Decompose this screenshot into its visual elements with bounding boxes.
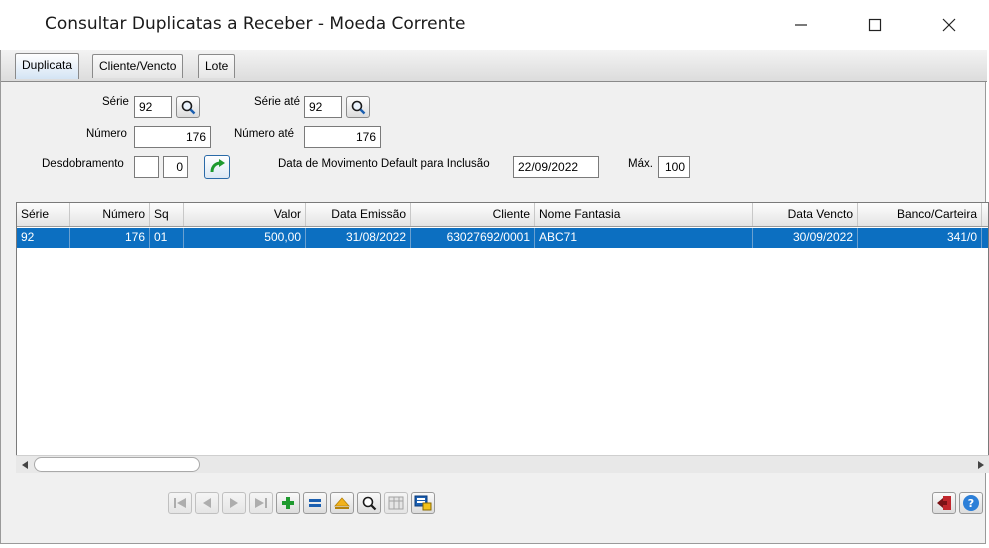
- cell-banco-carteira: 341/0: [858, 228, 982, 248]
- numero-input[interactable]: 176: [134, 126, 211, 148]
- close-icon: [942, 18, 956, 32]
- search-icon: [181, 100, 196, 115]
- help-icon: ?: [963, 495, 979, 511]
- tab-cliente-vencto[interactable]: Cliente/Vencto: [92, 54, 184, 78]
- desdobramento-input-2[interactable]: 0: [163, 156, 188, 178]
- scroll-thumb[interactable]: [34, 457, 200, 472]
- column-header-cliente[interactable]: Cliente: [411, 203, 535, 226]
- scroll-right-icon: [977, 460, 984, 469]
- column-header-data-vencto[interactable]: Data Vencto: [753, 203, 858, 226]
- serie-ate-input[interactable]: 92: [304, 96, 342, 118]
- cell-serie: 92: [17, 228, 70, 248]
- horizontal-scrollbar[interactable]: [16, 455, 989, 473]
- tab-lote[interactable]: Lote: [198, 54, 236, 78]
- desdobramento-input-1[interactable]: [134, 156, 159, 178]
- column-header-serie[interactable]: Série: [17, 203, 70, 226]
- maximize-button[interactable]: [852, 8, 898, 42]
- tab-strip: Duplicata Cliente/Vencto Lote: [1, 50, 987, 82]
- maximize-icon: [868, 18, 882, 32]
- data-movimento-label: Data de Movimento Default para Inclusão: [278, 158, 490, 170]
- column-header-numero[interactable]: Número: [70, 203, 150, 226]
- grid-header: Série Número Sq Valor Data Emissão Clien…: [17, 203, 988, 227]
- window-body: Duplicata Cliente/Vencto Lote Série 92 S…: [0, 50, 989, 544]
- numero-ate-label: Número até: [234, 128, 295, 140]
- first-record-icon: [174, 498, 186, 508]
- delete-button[interactable]: [330, 492, 354, 514]
- desdobramento-label: Desdobramento: [42, 158, 124, 170]
- exit-icon: [937, 496, 951, 510]
- column-header-valor[interactable]: Valor: [184, 203, 306, 226]
- serie-ate-search-button[interactable]: [346, 96, 370, 118]
- filter-panel: Série 92 Série até 92 Número 176 Número …: [4, 86, 983, 198]
- serie-search-button[interactable]: [176, 96, 200, 118]
- search-button[interactable]: [357, 492, 381, 514]
- previous-record-button[interactable]: [195, 492, 219, 514]
- title-bar: Consultar Duplicatas a Receber - Moeda C…: [0, 0, 989, 50]
- results-grid[interactable]: Série Número Sq Valor Data Emissão Clien…: [16, 202, 989, 472]
- eject-icon: [334, 497, 350, 509]
- column-header-nome-fantasia[interactable]: Nome Fantasia: [535, 203, 753, 226]
- cell-nome-fantasia: ABC71: [535, 228, 753, 248]
- help-button[interactable]: ?: [959, 492, 983, 514]
- magnifier-icon: [362, 496, 377, 511]
- numero-label: Número: [86, 128, 127, 140]
- last-record-icon: [255, 498, 267, 508]
- cell-data-emissao: 31/08/2022: [306, 228, 411, 248]
- minimize-button[interactable]: [778, 8, 824, 42]
- grid-button[interactable]: [384, 492, 408, 514]
- cell-data-vencto: 30/09/2022: [753, 228, 858, 248]
- max-label: Máx.: [628, 158, 653, 170]
- scroll-left-icon: [21, 460, 28, 469]
- cell-cliente: 63027692/0001: [411, 228, 535, 248]
- numero-ate-input[interactable]: 176: [304, 126, 381, 148]
- previous-record-icon: [203, 498, 211, 508]
- add-button[interactable]: [276, 492, 300, 514]
- next-record-icon: [230, 498, 238, 508]
- column-header-data-emissao[interactable]: Data Emissão: [306, 203, 411, 226]
- export-icon: [414, 495, 432, 511]
- edit-button[interactable]: [303, 492, 327, 514]
- refresh-button[interactable]: [204, 155, 230, 179]
- first-record-button[interactable]: [168, 492, 192, 514]
- tab-duplicata[interactable]: Duplicata: [15, 53, 80, 79]
- last-record-button[interactable]: [249, 492, 273, 514]
- svg-text:?: ?: [968, 497, 974, 510]
- grid-icon: [388, 496, 404, 510]
- next-record-button[interactable]: [222, 492, 246, 514]
- export-button[interactable]: [411, 492, 435, 514]
- close-button[interactable]: [926, 8, 972, 42]
- column-header-sq[interactable]: Sq: [150, 203, 184, 226]
- serie-ate-label: Série até: [254, 96, 301, 108]
- add-icon: [282, 497, 294, 509]
- data-movimento-input[interactable]: 22/09/2022: [513, 156, 599, 178]
- window-title: Consultar Duplicatas a Receber - Moeda C…: [45, 14, 466, 34]
- max-input[interactable]: 100: [658, 156, 690, 178]
- scroll-right-button[interactable]: [972, 456, 989, 473]
- cell-numero: 176: [70, 228, 150, 248]
- serie-label: Série: [102, 96, 129, 108]
- scroll-left-button[interactable]: [16, 456, 33, 473]
- refresh-arrow-icon: [210, 159, 225, 173]
- equal-icon: [309, 499, 321, 507]
- cell-sq: 01: [150, 228, 184, 248]
- table-row[interactable]: 92 176 01 500,00 31/08/2022 63027692/000…: [17, 228, 988, 248]
- navigator-toolbar: [168, 492, 435, 516]
- cell-valor: 500,00: [184, 228, 306, 248]
- search-icon: [351, 100, 366, 115]
- exit-button[interactable]: [932, 492, 956, 514]
- serie-input[interactable]: 92: [134, 96, 172, 118]
- minimize-icon: [795, 24, 807, 26]
- column-header-banco-carteira[interactable]: Banco/Carteira: [858, 203, 982, 226]
